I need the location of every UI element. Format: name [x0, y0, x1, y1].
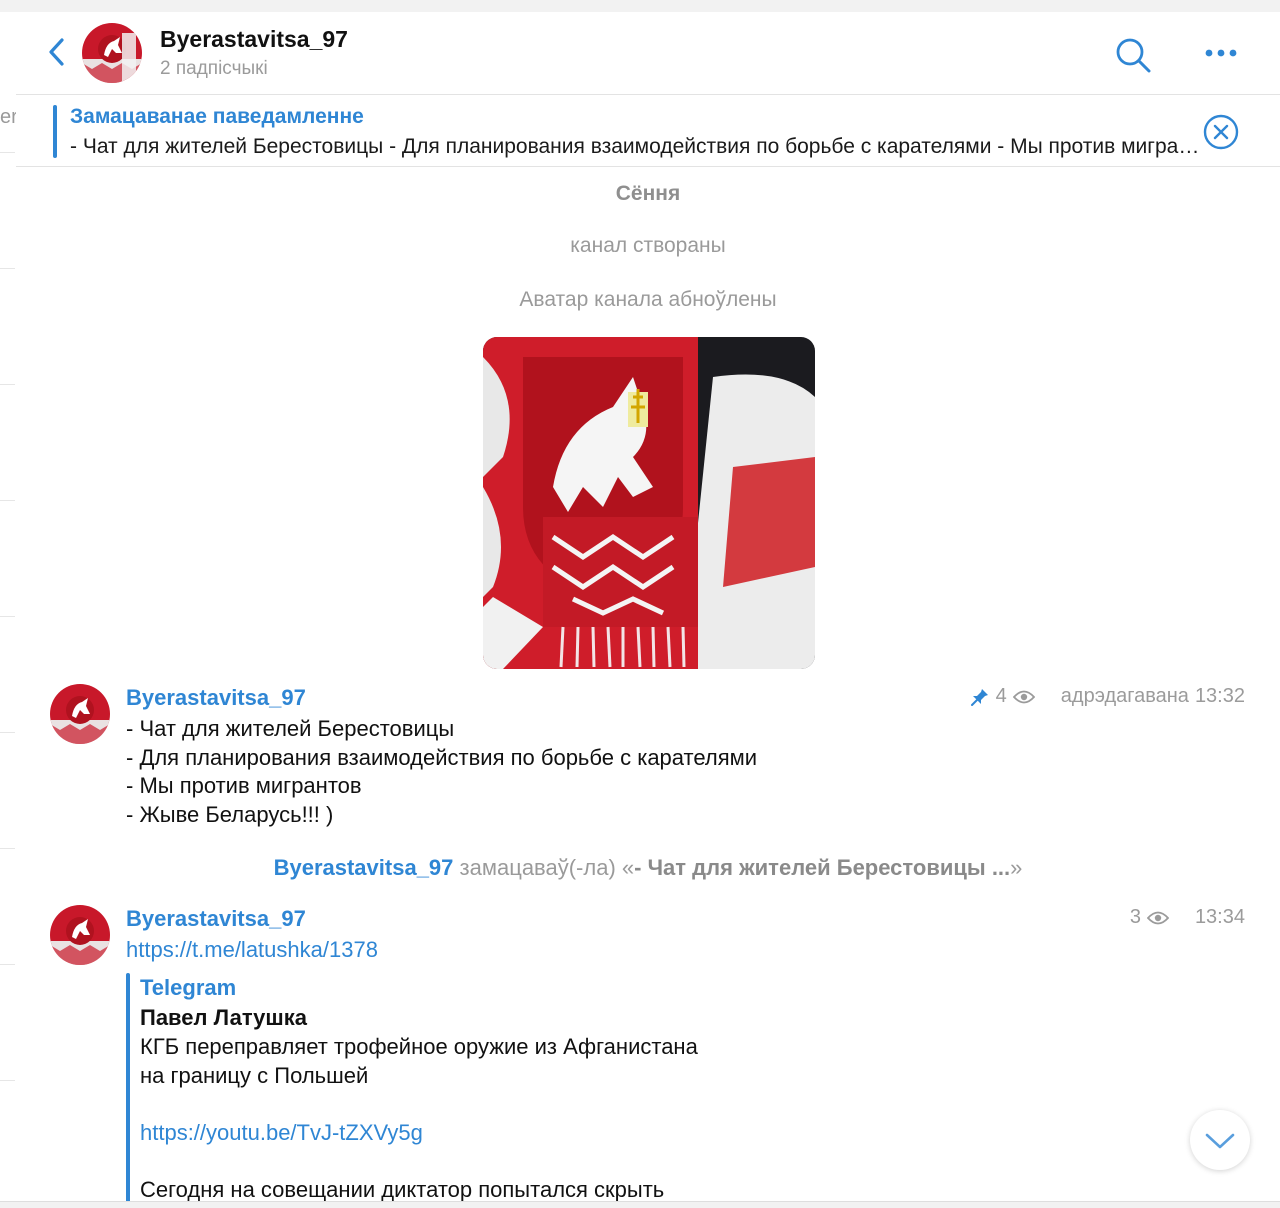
pinned-by-author[interactable]: Byerastavitsa_97	[274, 855, 454, 880]
eye-icon	[1146, 911, 1169, 924]
message-avatar[interactable]	[50, 684, 110, 744]
unpin-button[interactable]	[1202, 113, 1240, 151]
pinned-indicator	[53, 105, 57, 158]
link-preview[interactable]: Telegram Павел Латушка КГБ переправляет …	[126, 973, 826, 1201]
preview-line	[140, 1090, 698, 1119]
preview-site-name: Telegram	[140, 975, 237, 1000]
pin-icon	[970, 688, 988, 706]
message-line: - Жыве Беларусь!!! )	[126, 801, 334, 827]
preview-line: КГБ переправляет трофейное оружие из Афг…	[140, 1034, 698, 1059]
eye-icon	[1012, 690, 1035, 703]
view-count: 3	[1129, 906, 1141, 928]
channel-photo[interactable]	[483, 337, 815, 669]
preview-accent-bar	[126, 973, 130, 1201]
message-line: - Чат для жителей Берестовицы	[126, 716, 455, 741]
message-meta: 3 13:34	[1130, 906, 1245, 929]
message-author[interactable]: Byerastavitsa_97	[126, 906, 306, 932]
preview-body: КГБ переправляет трофейное оружие из Афг…	[140, 1033, 698, 1201]
preview-line: Сегодня на совещании диктатор попытался …	[140, 1176, 665, 1202]
chat-list-divider	[0, 1080, 15, 1081]
message-link[interactable]: https://t.me/latushka/1378	[126, 936, 378, 965]
chat-list-divider	[0, 616, 15, 617]
view-count: 4	[995, 685, 1007, 707]
chevron-down-icon	[1205, 1133, 1235, 1149]
scroll-down-button[interactable]	[1190, 1110, 1250, 1170]
channel-title[interactable]: Byerastavitsa_97	[160, 26, 348, 53]
service-pinned-notice[interactable]: Byerastavitsa_97 замацаваў(-ла) «- Чат д…	[16, 855, 1280, 881]
subscriber-count: 2 падпісчыкі	[160, 58, 268, 79]
pinned-message-bar[interactable]: Замацаванае паведамленне - Чат для жител…	[16, 95, 1280, 167]
message-time: 13:34	[1194, 906, 1245, 928]
message-time: 13:32	[1194, 685, 1245, 707]
pinned-quote[interactable]: - Чат для жителей Берестовицы ...	[634, 855, 1010, 880]
chat-list-divider	[0, 384, 15, 385]
quote-close: »	[1010, 855, 1023, 880]
chat-list-divider	[0, 500, 15, 501]
chat-window: Byerastavitsa_97 2 падпісчыкі Замацавана…	[16, 12, 1280, 1201]
channel-avatar[interactable]	[82, 23, 142, 83]
service-avatar-reset: Аватар канала абноўлены	[519, 288, 777, 311]
chat-list-divider	[0, 152, 15, 153]
back-arrow-icon	[49, 38, 64, 66]
service-channel-created: канал створаны	[570, 234, 726, 257]
back-button[interactable]	[44, 36, 72, 68]
search-button[interactable]	[1114, 36, 1152, 74]
date-separator: Сёння	[615, 182, 681, 205]
quote-open: «	[621, 855, 635, 880]
message-meta: 4 адрэдагавана 13:32	[970, 685, 1245, 708]
edited-label: адрэдагавана	[1060, 685, 1189, 707]
more-icon	[1205, 49, 1237, 57]
close-circle-icon	[1203, 114, 1239, 150]
chat-list-divider	[0, 732, 15, 733]
preview-title: Павел Латушка	[140, 1005, 307, 1030]
search-icon	[1116, 38, 1151, 73]
preview-link[interactable]: https://youtu.be/TvJ-tZXVy5g	[140, 1119, 698, 1148]
message-line: - Мы против мигрантов	[126, 773, 362, 798]
preview-line: на границу с Польшей	[140, 1062, 369, 1088]
message-text: https://t.me/latushka/1378	[126, 936, 378, 965]
chat-list-divider	[0, 964, 15, 965]
pinned-action: замацаваў(-ла)	[459, 855, 616, 880]
pinned-preview-text: - Чат для жителей Берестовицы - Для план…	[70, 135, 1200, 158]
message-text: - Чат для жителей Берестовицы - Для план…	[126, 715, 757, 829]
message-avatar[interactable]	[50, 905, 110, 965]
more-button[interactable]	[1202, 42, 1240, 64]
chat-list-divider	[0, 268, 15, 269]
chat-list-edge: er	[0, 12, 18, 1201]
message-author[interactable]: Byerastavitsa_97	[126, 685, 306, 711]
chat-header: Byerastavitsa_97 2 падпісчыкі	[16, 12, 1280, 95]
chat-list-divider	[0, 848, 15, 849]
preview-line	[140, 1147, 698, 1176]
pinned-title: Замацаванае паведамленне	[70, 105, 364, 128]
message-line: - Для планирования взаимодействия по бор…	[126, 744, 758, 770]
